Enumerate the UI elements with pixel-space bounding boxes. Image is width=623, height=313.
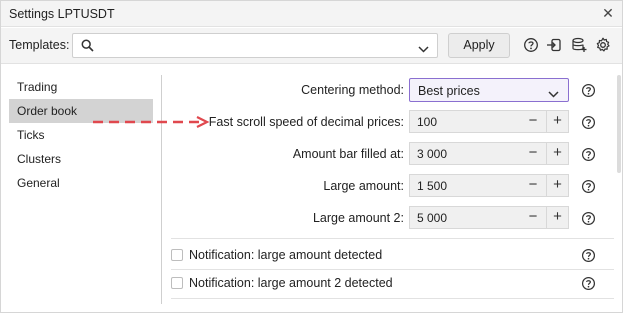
decrement-button[interactable]: − — [522, 175, 544, 196]
scrollbar[interactable] — [617, 75, 621, 173]
increment-button[interactable]: + — [546, 207, 568, 228]
help-icon[interactable] — [581, 211, 596, 226]
close-icon[interactable]: ✕ — [601, 5, 615, 21]
apply-button[interactable]: Apply — [448, 33, 510, 58]
large-amount-label: Large amount: — [323, 179, 404, 193]
help-icon[interactable] — [581, 115, 596, 130]
search-icon — [81, 39, 94, 55]
fast-scroll-stepper[interactable]: 100 − + — [409, 110, 569, 133]
section-divider — [171, 298, 614, 299]
fast-scroll-value: 100 — [417, 115, 438, 129]
centering-method-label: Centering method: — [301, 83, 404, 97]
amount-bar-label: Amount bar filled at: — [292, 147, 404, 161]
centering-method-select[interactable]: Best prices — [409, 78, 569, 102]
notification-large-amount-label: Notification: large amount detected — [189, 248, 383, 262]
panel-divider — [161, 75, 162, 304]
notification-large-amount-2-label: Notification: large amount 2 detected — [189, 276, 393, 290]
notification-large-amount-checkbox[interactable] — [171, 249, 183, 261]
increment-button[interactable]: + — [546, 175, 568, 196]
chevron-down-icon — [418, 42, 429, 56]
sidebar-item-clusters[interactable]: Clusters — [9, 147, 153, 171]
templates-toolbar: Templates: Apply — [1, 28, 622, 64]
help-icon[interactable] — [581, 248, 596, 263]
gear-icon[interactable] — [595, 37, 611, 53]
increment-button[interactable]: + — [546, 111, 568, 132]
large-amount-2-label: Large amount 2: — [312, 211, 404, 225]
help-icon[interactable] — [581, 147, 596, 162]
annotation-arrow — [93, 116, 210, 128]
chevron-down-icon — [548, 87, 559, 101]
settings-sidebar: Trading Order book Ticks Clusters Genera… — [9, 75, 153, 195]
large-amount-stepper[interactable]: 1 500 − + — [409, 174, 569, 197]
section-divider — [171, 238, 614, 239]
title-bar: Settings LPTUSDT ✕ — [1, 1, 622, 27]
sidebar-item-trading[interactable]: Trading — [9, 75, 153, 99]
large-amount-2-value: 5 000 — [417, 211, 448, 225]
help-icon[interactable] — [581, 83, 596, 98]
database-add-icon[interactable] — [571, 37, 587, 53]
centering-method-value: Best prices — [418, 84, 480, 98]
window-title: Settings LPTUSDT — [9, 7, 115, 21]
increment-button[interactable]: + — [546, 143, 568, 164]
amount-bar-value: 3 000 — [417, 147, 448, 161]
help-icon[interactable] — [581, 179, 596, 194]
decrement-button[interactable]: − — [522, 207, 544, 228]
templates-label: Templates: — [9, 38, 70, 52]
help-icon[interactable] — [581, 276, 596, 291]
amount-bar-stepper[interactable]: 3 000 − + — [409, 142, 569, 165]
section-divider — [171, 269, 614, 270]
templates-select[interactable] — [72, 33, 438, 58]
sidebar-item-general[interactable]: General — [9, 171, 153, 195]
settings-window: Settings LPTUSDT ✕ Templates: Apply Trad… — [0, 0, 623, 313]
fast-scroll-label: Fast scroll speed of decimal prices: — [208, 115, 404, 129]
decrement-button[interactable]: − — [522, 111, 544, 132]
decrement-button[interactable]: − — [522, 143, 544, 164]
large-amount-2-stepper[interactable]: 5 000 − + — [409, 206, 569, 229]
import-icon[interactable] — [546, 37, 562, 53]
large-amount-value: 1 500 — [417, 179, 448, 193]
notification-large-amount-2-checkbox[interactable] — [171, 277, 183, 289]
help-icon[interactable] — [523, 37, 539, 53]
